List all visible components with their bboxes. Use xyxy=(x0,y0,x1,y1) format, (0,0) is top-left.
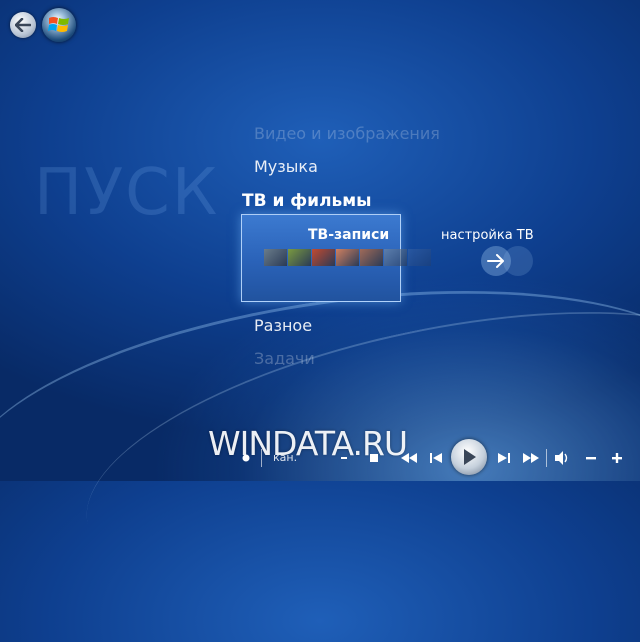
skip-back-icon[interactable] xyxy=(428,450,444,466)
volume-icon[interactable] xyxy=(554,449,572,467)
tile-recorded-tv[interactable]: ТВ-записи xyxy=(241,214,431,302)
thumbnail xyxy=(360,249,383,266)
volume-up-icon[interactable] xyxy=(610,450,624,466)
windows-start-button[interactable] xyxy=(42,8,76,42)
tv-setup-option[interactable]: настройка ТВ xyxy=(441,228,534,243)
menu-item-tv-movies[interactable]: ТВ и фильмы xyxy=(242,191,372,211)
volume-down-icon[interactable] xyxy=(584,450,598,466)
tile-recorded-tv-label: ТВ-записи xyxy=(308,227,390,243)
windows-logo-icon xyxy=(48,17,69,32)
menu-item-tasks[interactable]: Задачи xyxy=(254,349,315,365)
play-button[interactable] xyxy=(451,439,487,475)
thumbnail xyxy=(288,249,311,266)
divider-icon xyxy=(546,448,548,468)
arrow-right-icon[interactable] xyxy=(481,246,511,276)
skip-forward-icon[interactable] xyxy=(496,450,512,466)
channel-label: кан. xyxy=(273,451,298,464)
thumbnail xyxy=(336,249,359,266)
back-button[interactable] xyxy=(10,12,36,38)
start-heading: ПУСК xyxy=(34,156,220,230)
rewind-icon[interactable] xyxy=(400,450,418,466)
thumbnail xyxy=(264,249,287,266)
channel-down-icon[interactable] xyxy=(338,452,350,464)
thumbnail xyxy=(312,249,335,266)
transport-controls: кан. xyxy=(0,439,640,475)
thumbnail xyxy=(408,249,431,266)
record-icon[interactable] xyxy=(240,452,252,464)
stop-icon[interactable] xyxy=(368,452,380,464)
divider-icon xyxy=(260,448,264,468)
menu-item-video-pictures[interactable]: Видео и изображения xyxy=(254,124,440,143)
fast-forward-icon[interactable] xyxy=(522,450,540,466)
thumbnail xyxy=(384,249,407,266)
back-arrow-icon xyxy=(15,18,31,32)
menu-item-music[interactable]: Музыка xyxy=(254,157,318,176)
recorded-tv-thumbnails xyxy=(264,249,432,266)
play-icon xyxy=(464,449,476,465)
menu-item-misc[interactable]: Разное xyxy=(254,316,312,335)
